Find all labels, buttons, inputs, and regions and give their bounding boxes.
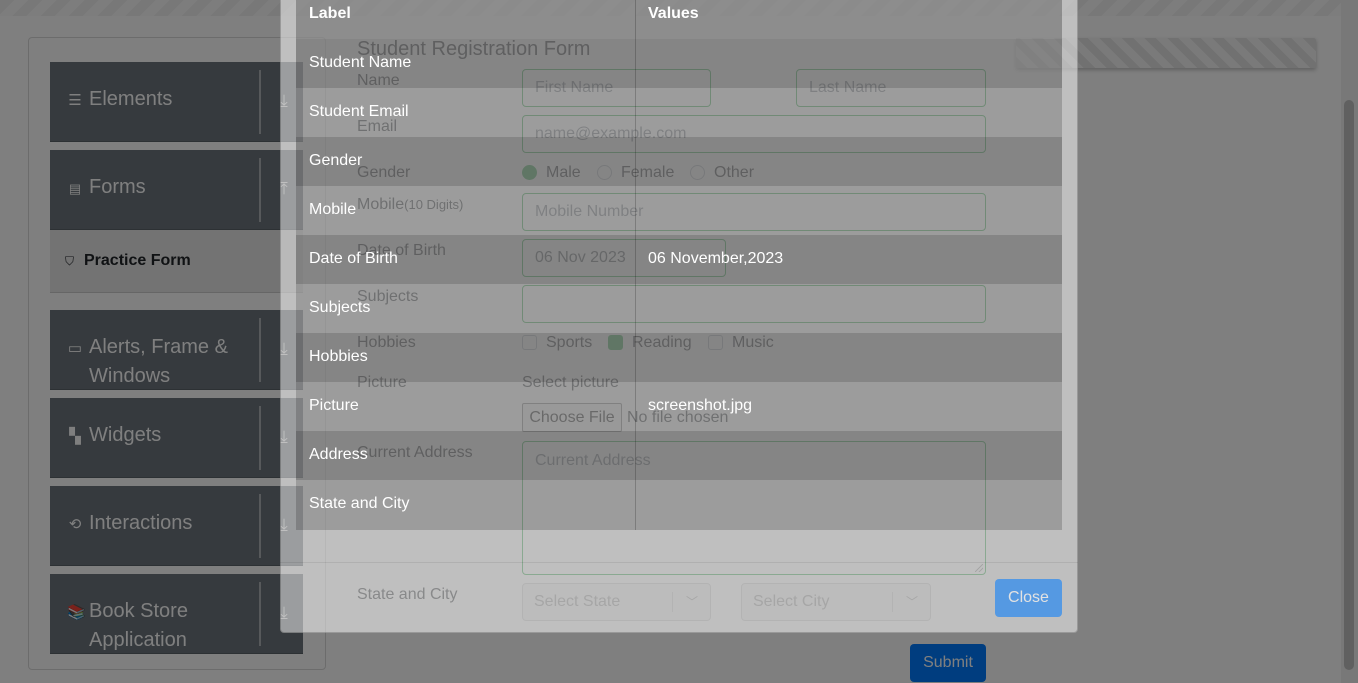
results-table: Label Values Student Name Student Email … — [296, 0, 1062, 530]
modal-footer-divider — [280, 562, 1078, 563]
row-value: 06 November,2023 — [648, 250, 784, 267]
results-table-header: Label Values — [296, 0, 1062, 39]
row-label: Date of Birth — [309, 250, 398, 267]
row-label: Picture — [309, 397, 359, 414]
row-value: screenshot.jpg — [648, 397, 753, 414]
table-row: Student Name — [296, 39, 1062, 88]
table-row: Picture screenshot.jpg — [296, 382, 1062, 431]
table-row: State and City — [296, 480, 1062, 530]
row-label: Student Name — [309, 54, 412, 71]
table-row: Hobbies — [296, 333, 1062, 382]
table-row: Gender — [296, 137, 1062, 186]
table-row: Address — [296, 431, 1062, 480]
row-label: Subjects — [309, 299, 371, 316]
row-label: State and City — [309, 495, 410, 512]
row-label: Hobbies — [309, 348, 368, 365]
table-row: Date of Birth 06 November,2023 — [296, 235, 1062, 284]
table-row: Student Email — [296, 88, 1062, 137]
table-row: Mobile — [296, 186, 1062, 235]
table-row: Subjects — [296, 284, 1062, 333]
row-label: Student Email — [309, 103, 409, 120]
header-label: Label — [309, 5, 351, 22]
column-divider — [635, 0, 636, 530]
row-label: Gender — [309, 152, 363, 169]
close-button[interactable]: Close — [995, 579, 1062, 617]
row-label: Address — [309, 446, 368, 463]
header-values: Values — [648, 5, 699, 22]
row-label: Mobile — [309, 201, 357, 218]
